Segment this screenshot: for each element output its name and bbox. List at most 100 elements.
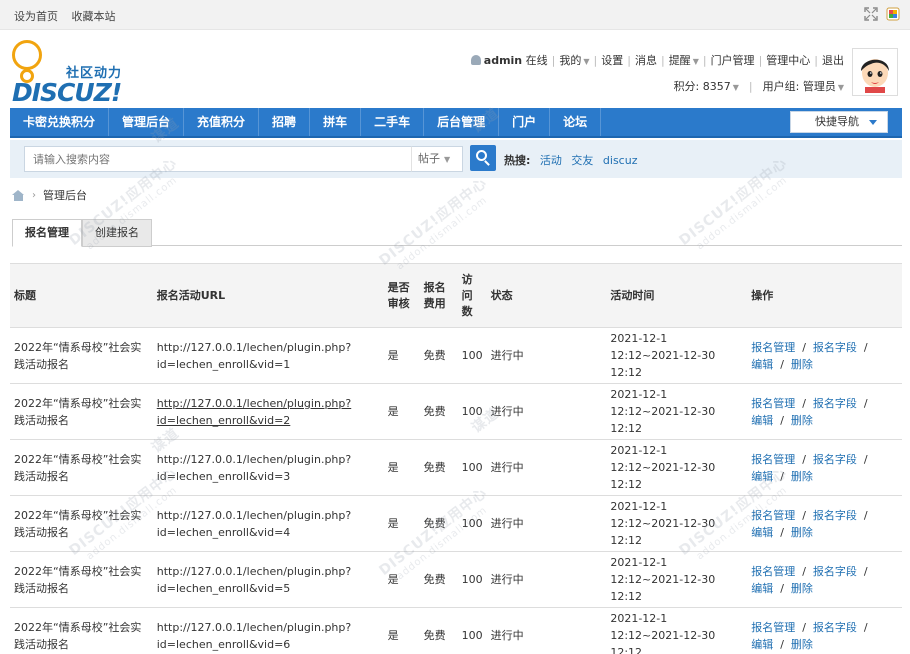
enroll-manage-link[interactable]: 报名管理 [751, 397, 795, 410]
enroll-fields-link[interactable]: 报名字段 [813, 341, 857, 354]
row-visits: 100 [457, 327, 487, 384]
hot-keyword[interactable]: 活动 [540, 154, 562, 167]
search-type-select[interactable]: 帖子 ▼ [411, 146, 463, 172]
row-url[interactable]: http://127.0.0.1/lechen/plugin.php? id=le… [152, 439, 384, 496]
delete-link[interactable]: 删除 [791, 358, 813, 371]
reminders-menu[interactable]: 提醒 ▼ [669, 54, 699, 67]
enroll-fields-link[interactable]: 报名字段 [813, 397, 857, 410]
enroll-manage-link[interactable]: 报名管理 [751, 341, 795, 354]
settings-link[interactable]: 设置 [601, 54, 623, 67]
edit-link[interactable]: 编辑 [751, 414, 773, 427]
op-separator: / [802, 452, 806, 466]
row-status: 进行中 [486, 327, 607, 384]
column-header-visits: 访问数 [457, 263, 487, 328]
edit-link[interactable]: 编辑 [751, 526, 773, 539]
row-time: 2021-12-1 12:12~2021-12-30 12:12 [606, 439, 748, 496]
column-header-ops: 操作 [747, 263, 902, 328]
user-links: admin 在线 | 我的 ▼ | 设置 | 消息 | 提醒 ▼ | 门户管理 | 管理中心 | 退出 [470, 52, 844, 68]
edit-link[interactable]: 编辑 [751, 470, 773, 483]
tab-enroll-manage[interactable]: 报名管理 [12, 219, 82, 247]
messages-link[interactable]: 消息 [635, 54, 657, 67]
username-link[interactable]: admin [484, 54, 522, 67]
row-title: 2022年“情系母校”社会实践活动报名 [10, 551, 153, 608]
nav-item-portal[interactable]: 门户 [499, 108, 551, 136]
table-row: 2022年“情系母校”社会实践活动报名 http://127.0.0.1/lech… [10, 495, 902, 552]
edit-link[interactable]: 编辑 [751, 638, 773, 651]
row-visits: 100 [457, 551, 487, 608]
discuz-logo[interactable]: 社区动力 DISCUZ! [12, 38, 142, 107]
usergroup-menu[interactable]: 用户组: 管理员 ▼ [763, 80, 844, 93]
search-button[interactable] [470, 145, 496, 171]
tab-create-enroll[interactable]: 创建报名 [82, 219, 152, 247]
edit-link[interactable]: 编辑 [751, 582, 773, 595]
row-url[interactable]: http://127.0.0.1/lechen/plugin.php? id=le… [152, 607, 384, 654]
hot-keyword[interactable]: 交友 [571, 154, 593, 167]
home-icon[interactable] [12, 189, 25, 201]
row-visits: 100 [457, 439, 487, 496]
avatar[interactable] [852, 48, 898, 96]
enroll-fields-link[interactable]: 报名字段 [813, 453, 857, 466]
chevron-down-icon: ▼ [837, 83, 844, 92]
edit-link[interactable]: 编辑 [751, 358, 773, 371]
row-url[interactable]: http://127.0.0.1/lechen/plugin.php? id=le… [152, 327, 384, 384]
breadcrumb: › 管理后台 [12, 187, 87, 203]
search-input[interactable] [24, 146, 412, 172]
main-nav: 卡密兑换积分 管理后台 充值积分 招聘 拼车 二手车 后台管理 门户 论坛 快捷… [10, 108, 902, 138]
logo-bubble-icon [12, 40, 42, 83]
row-time: 2021-12-1 12:12~2021-12-30 12:12 [606, 327, 748, 384]
row-url[interactable]: http://127.0.0.1/lechen/plugin.php? id=le… [152, 383, 384, 440]
breadcrumb-current[interactable]: 管理后台 [43, 187, 87, 203]
user-icon [470, 55, 481, 65]
nav-item-card-exchange[interactable]: 卡密兑换积分 [10, 108, 110, 136]
site-header: 社区动力 DISCUZ! admin 在线 | 我的 ▼ | 设置 | 消息 | 提醒 ▼ | 门户管理… [0, 30, 910, 107]
enroll-fields-link[interactable]: 报名字段 [813, 509, 857, 522]
table-row: 2022年“情系母校”社会实践活动报名 http://127.0.0.1/lech… [10, 327, 902, 384]
nav-item-admin-backend[interactable]: 管理后台 [109, 108, 185, 136]
nav-item-jobs[interactable]: 招聘 [259, 108, 311, 136]
fullscreen-icon[interactable] [864, 7, 878, 21]
portal-manage-link[interactable]: 门户管理 [711, 54, 755, 67]
nav-item-carpool[interactable]: 拼车 [310, 108, 362, 136]
delete-link[interactable]: 删除 [791, 582, 813, 595]
hot-keyword[interactable]: discuz [603, 154, 638, 167]
table-header-row: 标题 报名活动URL 是否审核 报名费用 访问数 状态 活动时间 操作 [10, 263, 902, 328]
my-menu[interactable]: 我的 ▼ [559, 54, 589, 67]
hot-search: 热搜: 活动 交友 discuz [504, 152, 643, 168]
bookmark-site-link[interactable]: 收藏本站 [72, 10, 116, 23]
delete-link[interactable]: 删除 [791, 638, 813, 651]
nav-item-forum[interactable]: 论坛 [550, 108, 602, 136]
enroll-manage-link[interactable]: 报名管理 [751, 509, 795, 522]
chevron-down-icon: ▼ [583, 57, 590, 66]
enroll-fields-link[interactable]: 报名字段 [813, 565, 857, 578]
row-operations: 报名管理 / 报名字段 / 编辑 / 删除 [747, 495, 902, 552]
row-url[interactable]: http://127.0.0.1/lechen/plugin.php? id=le… [152, 495, 384, 552]
delete-link[interactable]: 删除 [791, 414, 813, 427]
online-status[interactable]: 在线 [526, 54, 548, 67]
top-icons [864, 7, 900, 21]
row-review: 是 [383, 495, 420, 552]
row-fee: 免费 [419, 607, 458, 654]
quick-nav-button[interactable]: 快捷导航 [790, 111, 888, 133]
tab-bar: 报名管理 创建报名 [12, 216, 902, 247]
set-homepage-link[interactable]: 设为首页 [14, 10, 58, 23]
delete-link[interactable]: 删除 [791, 526, 813, 539]
nav-item-backend-manage[interactable]: 后台管理 [424, 108, 500, 136]
logout-link[interactable]: 退出 [822, 54, 844, 67]
nav-item-recharge[interactable]: 充值积分 [184, 108, 260, 136]
row-operations: 报名管理 / 报名字段 / 编辑 / 删除 [747, 607, 902, 654]
enroll-manage-link[interactable]: 报名管理 [751, 621, 795, 634]
credits-menu[interactable]: 积分: 8357 ▼ [674, 80, 739, 93]
enroll-manage-link[interactable]: 报名管理 [751, 453, 795, 466]
row-fee: 免费 [419, 439, 458, 496]
enroll-manage-link[interactable]: 报名管理 [751, 565, 795, 578]
row-fee: 免费 [419, 383, 458, 440]
op-separator: / [802, 396, 806, 410]
enroll-fields-link[interactable]: 报名字段 [813, 621, 857, 634]
row-url[interactable]: http://127.0.0.1/lechen/plugin.php? id=le… [152, 551, 384, 608]
color-palette-icon[interactable] [886, 7, 900, 21]
nav-item-used-cars[interactable]: 二手车 [361, 108, 425, 136]
admin-center-link[interactable]: 管理中心 [766, 54, 810, 67]
search-bar: 帖子▼ 热搜: 活动 交友 discuz [10, 140, 902, 178]
delete-link[interactable]: 删除 [791, 470, 813, 483]
top-links: 设为首页 收藏本站 [14, 8, 126, 24]
